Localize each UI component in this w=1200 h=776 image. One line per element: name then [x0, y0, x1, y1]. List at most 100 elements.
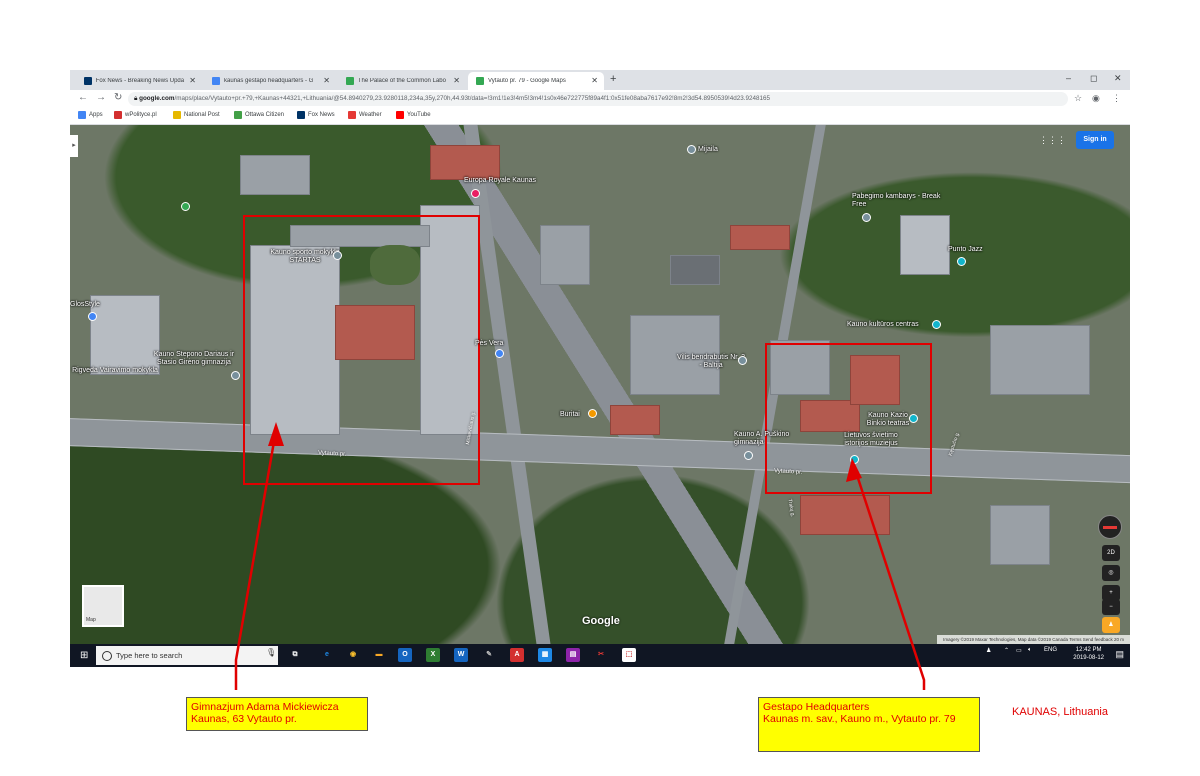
place-label[interactable]: Rigveda Vairavimo mokykla [70, 367, 160, 375]
place-label[interactable]: Kauno A. Puškino gimnazija [734, 431, 802, 447]
tab-fox-news[interactable]: Fox News - Breaking News Upda ✕ [76, 72, 202, 90]
google-maps-favicon-icon [476, 77, 484, 85]
wpolityce-icon [114, 111, 122, 119]
bookmark-youtube[interactable]: YouTube [396, 111, 431, 119]
close-tab-icon[interactable]: ✕ [323, 76, 330, 85]
place-label[interactable]: Pės Vera [475, 340, 503, 348]
back-icon[interactable]: ← [78, 92, 88, 103]
clock-time: 12:42 PM [1075, 647, 1102, 653]
close-tab-icon[interactable]: ✕ [591, 76, 598, 85]
music-pin-icon[interactable] [957, 257, 966, 266]
taskbar-search-box[interactable]: Type here to search [96, 646, 278, 665]
apps-grid-icon[interactable]: ⋮⋮⋮ [1039, 135, 1066, 146]
bookmark-apps[interactable]: Apps [78, 111, 103, 119]
park-pin-icon[interactable] [181, 202, 190, 211]
close-tab-icon[interactable]: ✕ [189, 76, 196, 85]
place-label[interactable]: Punto Jazz [948, 246, 983, 254]
show-hidden-icons-icon[interactable]: ⌃ [1004, 647, 1009, 654]
satellite-map[interactable]: Mijaila Europa Royale Kaunas Pabegimo ka… [70, 125, 1130, 644]
place-label[interactable]: Vilis bendrabutis Nr. 2 - Baltija [676, 354, 746, 370]
forward-icon[interactable]: → [96, 92, 106, 103]
close-tab-icon[interactable]: ✕ [453, 76, 460, 85]
my-location-icon[interactable]: ◎ [1102, 565, 1120, 581]
edge-app-icon[interactable]: e [320, 648, 334, 662]
acrobat-app-icon[interactable]: A [510, 648, 524, 662]
microphone-icon[interactable]: 🎙︎ [266, 648, 276, 657]
profile-avatar-icon[interactable]: ◉ [1092, 93, 1100, 104]
place-label[interactable]: Kauno sporto mokykla STARTAS [270, 249, 340, 265]
minimap-label: Map [86, 617, 96, 623]
place-label[interactable]: Europa Royale Kaunas [464, 177, 536, 185]
windows-start-icon[interactable]: ⊞ [80, 650, 88, 661]
school-pin-icon[interactable] [231, 371, 240, 380]
place-label[interactable]: GlosStyle [70, 301, 100, 309]
tab-google-maps[interactable]: Vytauto pr. 79 - Google Maps ✕ [468, 72, 604, 90]
minimize-icon[interactable]: – [1066, 73, 1071, 83]
clock[interactable]: 12:42 PM 2019-08-12 [1073, 646, 1104, 662]
place-label[interactable]: Mijaila [698, 146, 718, 154]
shop-pin-icon[interactable] [495, 349, 504, 358]
pdf-app-icon[interactable]: ⬚ [622, 648, 636, 662]
tab-palace[interactable]: The Palace of the Common Labo ✕ [338, 72, 466, 90]
app-icon[interactable]: ▦ [538, 648, 552, 662]
place-label[interactable]: Buritai [560, 411, 580, 419]
bookmark-wpolityce[interactable]: wPolityce.pl [114, 111, 157, 119]
school-pin-icon[interactable] [333, 251, 342, 260]
bookmark-label: YouTube [407, 112, 431, 118]
bookmark-fox-news[interactable]: Fox News [297, 111, 335, 119]
place-label[interactable]: Kauno Stepono Dariaus ir Stasio Girėno g… [152, 351, 236, 367]
bookmark-label: Fox News [308, 112, 335, 118]
volume-icon[interactable]: 🔈︎ [1028, 647, 1032, 654]
place-pin-icon[interactable] [862, 213, 871, 222]
restaurant-pin-icon[interactable] [588, 409, 597, 418]
bookmark-label: National Post [184, 112, 220, 118]
outlook-app-icon[interactable]: O [398, 648, 412, 662]
word-app-icon[interactable]: W [454, 648, 468, 662]
place-label[interactable]: Pabegimo kambarys - Break Free [852, 193, 942, 209]
chrome-app-icon[interactable]: ◉ [346, 648, 360, 662]
map-view-toggle[interactable]: Map [82, 585, 124, 627]
bookmark-weather[interactable]: Weather [348, 111, 382, 119]
bookmark-national-post[interactable]: National Post [173, 111, 220, 119]
hotel-pin-icon[interactable] [738, 356, 747, 365]
tilt-2d-button[interactable]: 2D [1102, 545, 1120, 561]
sign-in-button[interactable]: Sign in [1076, 131, 1114, 149]
expand-side-panel-button[interactable]: ▸ [70, 135, 78, 157]
network-icon[interactable]: ▭ [1016, 647, 1022, 654]
new-tab-button[interactable]: + [610, 73, 616, 85]
task-view-icon[interactable]: ⧉ [288, 648, 302, 662]
file-explorer-app-icon[interactable]: ▬ [372, 648, 386, 662]
people-icon[interactable]: ♟ [986, 647, 991, 654]
museum-pin-icon[interactable] [850, 455, 859, 464]
menu-dots-icon[interactable]: ⋮ [1112, 93, 1121, 104]
address-bar[interactable]: 🔒︎ google.com/maps/place/Vytauto+pr.+79,… [128, 92, 1068, 106]
bookmarks-bar: Apps wPolityce.pl National Post Ottawa C… [70, 108, 1130, 125]
theater-pin-icon[interactable] [909, 414, 918, 423]
place-pin-icon[interactable] [687, 145, 696, 154]
reload-icon[interactable]: ↻ [114, 92, 122, 103]
bookmark-star-icon[interactable]: ☆ [1074, 93, 1082, 104]
map-attribution[interactable]: Imagery ©2019 Maxar Technologies, Map da… [937, 635, 1130, 644]
paint-app-icon[interactable]: ✎ [482, 648, 496, 662]
maximize-icon[interactable]: ◻ [1090, 73, 1097, 84]
excel-app-icon[interactable]: X [426, 648, 440, 662]
compass-icon[interactable] [1098, 515, 1122, 539]
place-label[interactable]: Kauno kultūros centras [847, 321, 919, 329]
notifications-icon[interactable]: ▤ [1115, 649, 1124, 660]
gestapo-annotation-label: Gestapo Headquarters Kaunas m. sav., Kau… [758, 697, 980, 752]
school-pin-icon[interactable] [744, 451, 753, 460]
shop-pin-icon[interactable] [88, 312, 97, 321]
snipping-tool-app-icon[interactable]: ✂ [594, 648, 608, 662]
map-building [240, 155, 310, 195]
tab-google-search[interactable]: kaunas gestapo headquarters - G ✕ [204, 72, 336, 90]
zoom-out-button[interactable]: − [1102, 599, 1120, 615]
place-label[interactable]: Lietuvos švietimo istorijos muziejus [838, 432, 904, 448]
app-icon[interactable]: ▤ [566, 648, 580, 662]
bookmark-ottawa-citizen[interactable]: Ottawa Citizen [234, 111, 284, 119]
pegman-icon[interactable]: ♟ [1102, 617, 1120, 633]
language-indicator[interactable]: ENG [1044, 647, 1057, 653]
close-window-icon[interactable]: ✕ [1114, 73, 1122, 84]
hotel-pin-icon[interactable] [471, 189, 480, 198]
place-label[interactable]: Kauno Kazio Binkio teatras [860, 412, 916, 428]
theater-pin-icon[interactable] [932, 320, 941, 329]
